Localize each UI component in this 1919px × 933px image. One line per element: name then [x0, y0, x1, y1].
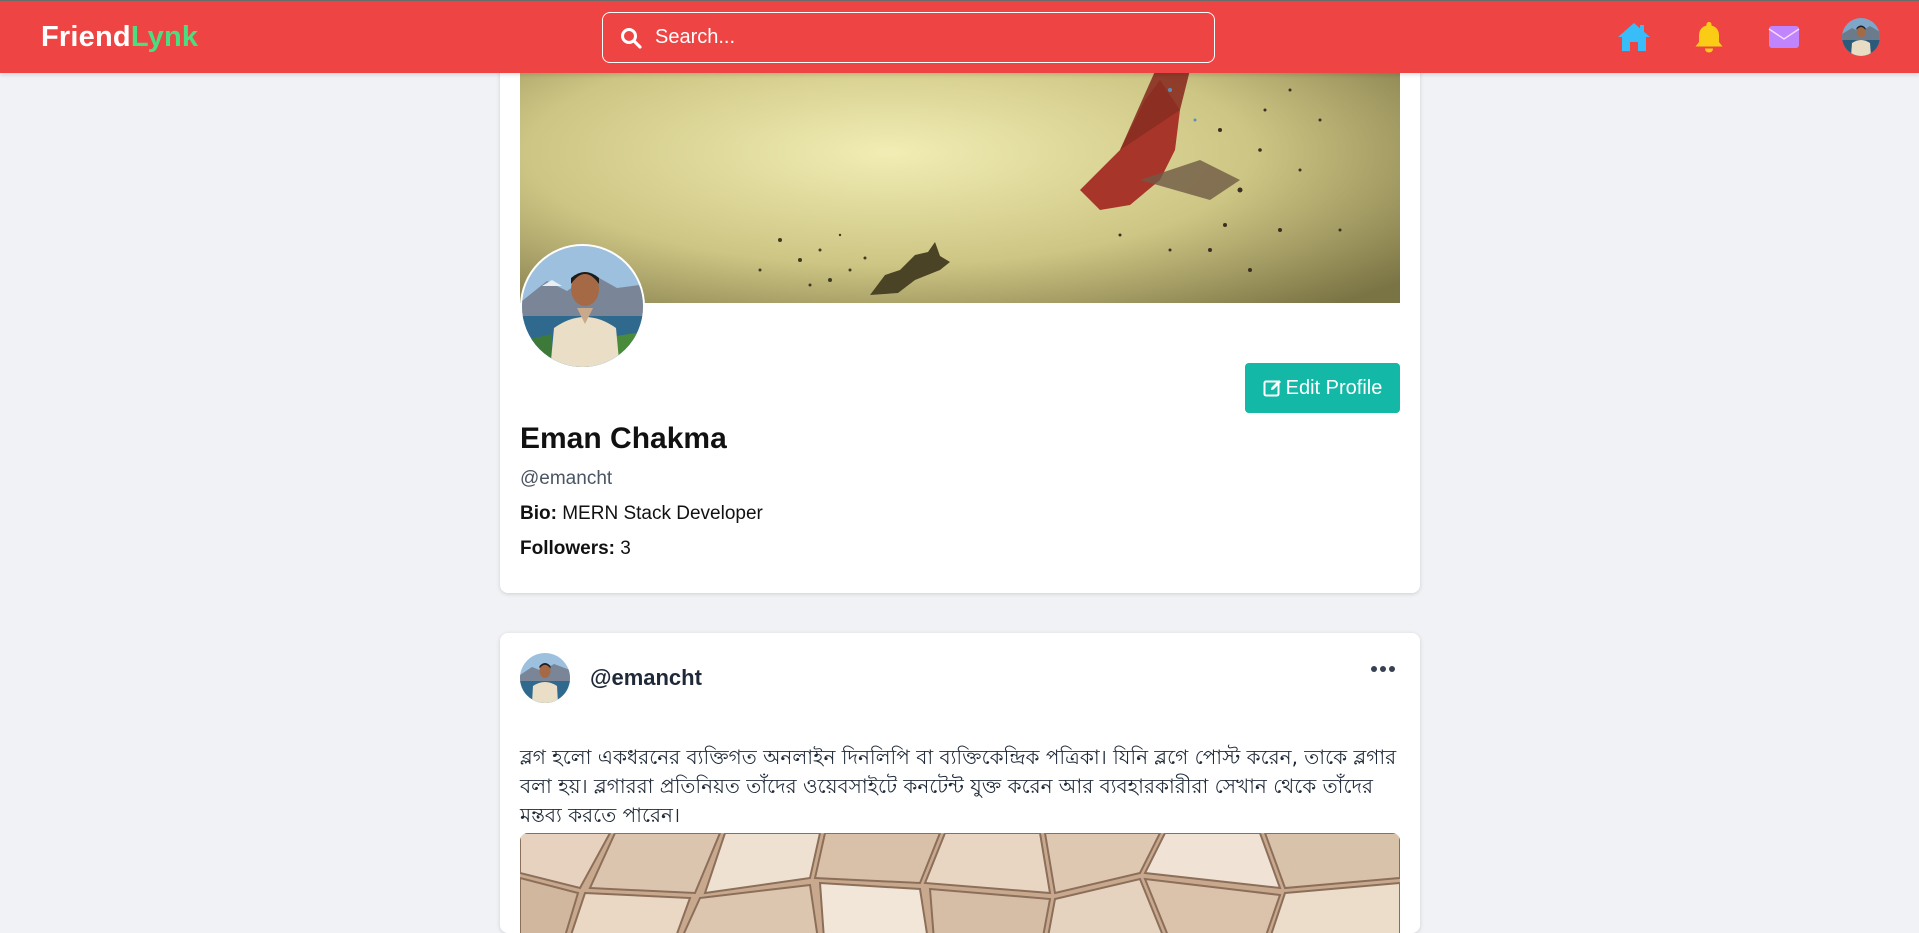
profile-followers: Followers: 3 — [520, 538, 631, 560]
profile-card: Wild — [500, 30, 1420, 593]
profile-photo — [522, 246, 643, 367]
bio-value: MERN Stack Developer — [562, 503, 763, 524]
mail-icon[interactable] — [1766, 19, 1802, 55]
brand-name-part2: Lynk — [130, 21, 199, 53]
search-bar — [602, 12, 1215, 63]
edit-profile-button[interactable]: Edit Profile — [1245, 363, 1400, 413]
avatar-image — [1842, 18, 1880, 56]
post-avatar-image — [520, 653, 570, 703]
post-image[interactable] — [520, 833, 1400, 933]
post-author-handle[interactable]: @emancht — [590, 665, 702, 691]
edit-icon — [1263, 380, 1281, 397]
followers-label: Followers: — [520, 538, 616, 559]
user-avatar[interactable] — [1842, 18, 1880, 56]
profile-name: Eman Chakma — [520, 422, 727, 455]
post-card: @emancht ব্লগ হলো একধরনের ব্যক্তিগত অনলা… — [500, 633, 1420, 933]
followers-count: 3 — [620, 538, 631, 559]
search-icon — [621, 28, 642, 49]
post-author-avatar[interactable] — [520, 653, 570, 703]
edit-profile-label: Edit Profile — [1285, 376, 1383, 399]
post-photo — [520, 833, 1400, 933]
profile-handle: @emancht — [520, 468, 613, 489]
search-input[interactable] — [653, 13, 1198, 61]
profile-avatar[interactable] — [520, 244, 645, 369]
more-options-icon[interactable] — [1370, 663, 1396, 675]
bio-label: Bio: — [520, 503, 557, 524]
top-navbar: FriendLynk — [0, 0, 1919, 73]
brand-logo[interactable]: FriendLynk — [41, 21, 198, 54]
bell-icon[interactable] — [1691, 19, 1727, 55]
home-icon[interactable] — [1616, 19, 1652, 55]
post-text: ব্লগ হলো একধরনের ব্যক্তিগত অনলাইন দিনলিপ… — [520, 745, 1397, 827]
brand-name-part1: Friend — [41, 21, 131, 53]
profile-bio: Bio: MERN Stack Developer — [520, 503, 763, 525]
